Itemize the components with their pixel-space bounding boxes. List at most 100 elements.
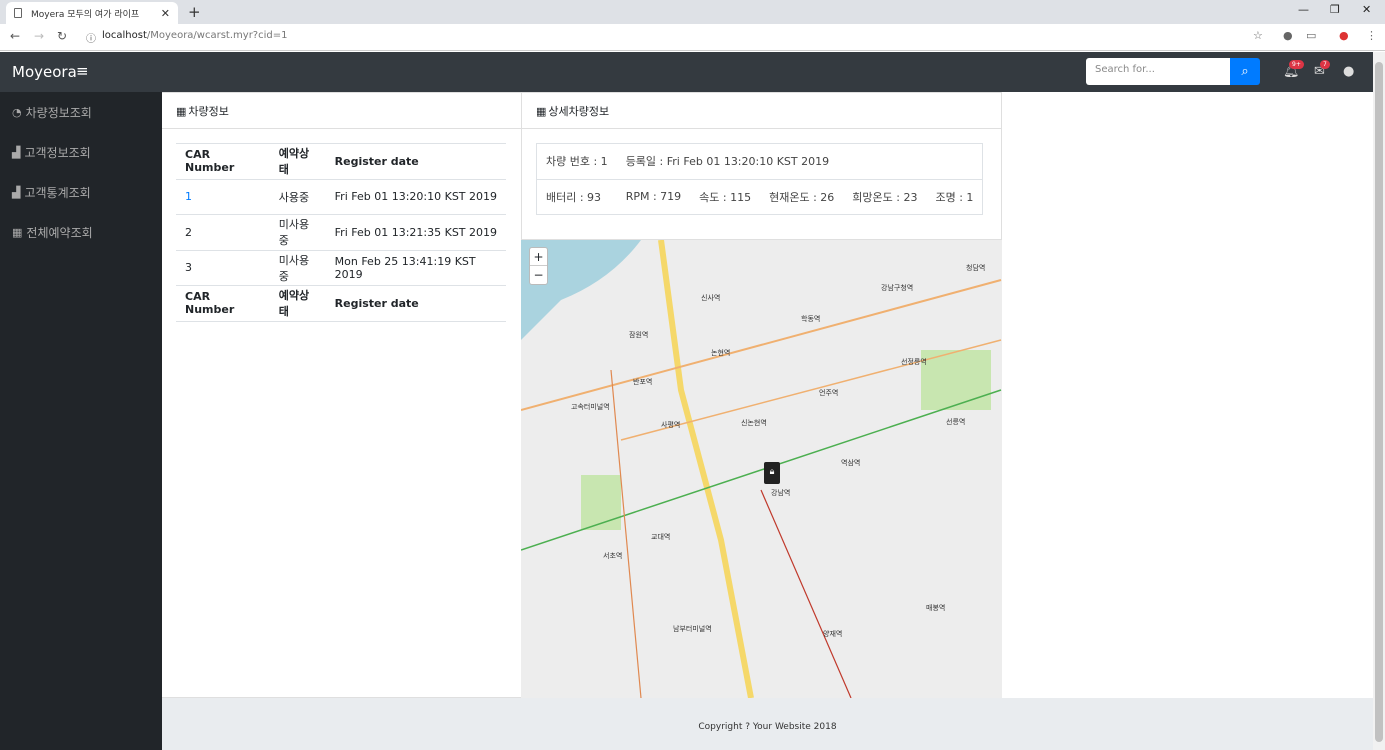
register-date-value: 등록일 : Fri Feb 01 13:20:10 KST 2019 bbox=[616, 143, 983, 179]
alerts-badge: 9+ bbox=[1289, 60, 1304, 69]
menu-dots-icon[interactable]: ⋮ bbox=[1366, 29, 1377, 42]
car-table: CAR Number 예약상태 Register date 1 사용중 Fri … bbox=[176, 143, 506, 322]
detail-table: 차량 번호 : 1 등록일 : Fri Feb 01 13:20:10 KST … bbox=[536, 143, 984, 215]
car-location-marker[interactable]: 🔒︎ bbox=[764, 462, 780, 484]
table-icon: ▦ bbox=[12, 225, 23, 239]
table-row: 1 사용중 Fri Feb 01 13:20:10 KST 2019 bbox=[176, 178, 506, 215]
column-footer: Register date bbox=[325, 285, 506, 321]
map-label: 반포역 bbox=[633, 378, 653, 386]
map-label: 잠원역 bbox=[629, 331, 649, 339]
map-label: 남부터미널역 bbox=[673, 625, 712, 633]
table-cell: Fri Feb 01 13:20:10 KST 2019 bbox=[325, 178, 506, 215]
forward-icon[interactable]: → bbox=[34, 29, 44, 43]
table-cell: Fri Feb 01 13:21:35 KST 2019 bbox=[325, 214, 506, 250]
zoom-in-button[interactable]: + bbox=[530, 248, 547, 266]
sidebar-item-label: 차량정보조회 bbox=[25, 105, 92, 120]
search-icon: ⌕ bbox=[1241, 64, 1249, 79]
column-header[interactable]: CAR Number bbox=[176, 143, 270, 179]
sidebar-item-customer-stats[interactable]: ▟ 고객통계조회 bbox=[0, 172, 162, 212]
map-label: 서초역 bbox=[603, 552, 623, 560]
sidebar-item-car-info[interactable]: ◔ 차량정보조회 bbox=[0, 92, 162, 132]
car-number-value: 차량 번호 : 1 bbox=[536, 143, 617, 179]
subway-line bbox=[610, 369, 642, 698]
map-label: 강남역 bbox=[771, 489, 791, 497]
column-footer: 예약상태 bbox=[269, 285, 326, 321]
info-icon[interactable]: ⓘ bbox=[86, 30, 96, 45]
area-chart-icon: ▟ bbox=[12, 185, 21, 199]
brand[interactable]: Moyeora bbox=[12, 63, 77, 81]
close-window-icon[interactable]: ✕ bbox=[1362, 3, 1371, 16]
column-header[interactable]: 예약상태 bbox=[269, 143, 326, 179]
map-label: 고속터미널역 bbox=[571, 403, 610, 411]
hamburger-icon[interactable]: ≡ bbox=[76, 62, 89, 80]
alerts-bell-icon[interactable]: 🔔︎ 9+ bbox=[1283, 60, 1304, 79]
reload-icon[interactable]: ↻ bbox=[57, 29, 67, 43]
card-header: ▦ 차량정보 bbox=[162, 93, 521, 129]
back-icon[interactable]: ← bbox=[10, 29, 20, 43]
map-label: 양재역 bbox=[823, 630, 843, 638]
map-label: 선릉역 bbox=[946, 418, 966, 426]
map-label: 교대역 bbox=[651, 533, 671, 541]
car-number-link[interactable]: 1 bbox=[176, 178, 270, 215]
light-value: 조명 : 1 bbox=[926, 178, 983, 215]
sidebar: ◔ 차량정보조회 ▟ 고객정보조회 ▟ 고객통계조회 ▦ 전체예약조회 bbox=[0, 92, 162, 750]
map-label: 청담역 bbox=[966, 264, 986, 272]
table-header-row: CAR Number 예약상태 Register date bbox=[176, 143, 506, 179]
table-cell: 미사용중 bbox=[269, 249, 326, 286]
battery-value: 배터리 : 93 bbox=[536, 178, 617, 215]
sidebar-item-all-reservations[interactable]: ▦ 전체예약조회 bbox=[0, 212, 162, 252]
map-base bbox=[521, 240, 1002, 698]
map-label: 언주역 bbox=[819, 389, 839, 397]
restore-icon[interactable]: ❐ bbox=[1330, 3, 1340, 16]
map-label: 논현역 bbox=[711, 349, 731, 357]
url-path: /Moyeora/wcarst.myr?cid=1 bbox=[146, 30, 288, 41]
table-icon: ▦ bbox=[176, 105, 187, 118]
scrollbar-thumb[interactable] bbox=[1375, 62, 1383, 742]
table-cell: Mon Feb 25 13:41:19 KST 2019 bbox=[325, 249, 506, 286]
sidebar-item-label: 고객정보조회 bbox=[24, 145, 91, 160]
detail-card: ▦ 상세차량정보 차량 번호 : 1 등록일 : Fri Feb 01 13:20… bbox=[521, 92, 1002, 240]
url-field[interactable]: localhost/Moyeora/wcarst.myr?cid=1 bbox=[102, 30, 287, 41]
search-button[interactable]: ⌕ bbox=[1230, 58, 1260, 85]
scrollbar[interactable] bbox=[1373, 52, 1385, 750]
speed-value: 속도 : 115 bbox=[690, 178, 761, 215]
tab-title: Moyera 모두의 여가 라이프 bbox=[31, 9, 140, 20]
sidebar-item-label: 전체예약조회 bbox=[26, 225, 93, 240]
map-label: 신사역 bbox=[701, 294, 721, 302]
target-temp-value: 희망온도 : 23 bbox=[843, 178, 927, 215]
messages-envelope-icon[interactable]: ✉ 7 bbox=[1314, 60, 1330, 79]
browser-tab[interactable]: Moyera 모두의 여가 라이프 ✕ bbox=[6, 2, 178, 24]
table-footer-row: CAR Number 예약상태 Register date bbox=[176, 285, 506, 321]
card-header: ▦ 상세차량정보 bbox=[522, 93, 1001, 129]
extension-icon[interactable]: ● bbox=[1283, 29, 1293, 42]
map-label: 역삼역 bbox=[841, 459, 861, 467]
car-info-card: ▦ 차량정보 CAR Number 예약상태 Register date 1 사용… bbox=[162, 92, 522, 698]
new-tab-icon[interactable]: + bbox=[188, 3, 201, 21]
browser-tab-strip: Moyera 모두의 여가 라이프 ✕ + — ❐ ✕ bbox=[0, 0, 1385, 24]
url-host: localhost bbox=[102, 30, 147, 41]
zoom-out-button[interactable]: − bbox=[530, 266, 547, 284]
map[interactable]: + − 신사역 학동역 강남구청역 청담역 잠원역 논현역 선정릉역 반포역 고… bbox=[521, 240, 1002, 698]
card-title: 차량정보 bbox=[188, 105, 229, 118]
subway-line bbox=[760, 489, 852, 698]
document-icon bbox=[14, 8, 22, 18]
table-row: 배터리 : 93 RPM : 719 속도 : 115 현재온도 : 26 희망… bbox=[536, 178, 983, 215]
search-input[interactable]: Search for... bbox=[1086, 58, 1230, 85]
column-header[interactable]: Register date bbox=[325, 143, 506, 179]
footer: Copyright ? Your Website 2018 bbox=[162, 698, 1373, 750]
rpm-value: RPM : 719 bbox=[616, 178, 691, 215]
table-cell: 2 bbox=[176, 214, 270, 250]
table-cell: 미사용중 bbox=[269, 214, 326, 250]
user-circle-icon[interactable]: ● bbox=[1343, 64, 1354, 79]
map-label: 학동역 bbox=[801, 315, 821, 323]
table-cell: 사용중 bbox=[269, 178, 326, 215]
bookmark-star-icon[interactable]: ☆ bbox=[1253, 29, 1263, 42]
lock-icon: 🔒︎ bbox=[769, 467, 775, 477]
close-tab-icon[interactable]: ✕ bbox=[161, 7, 170, 20]
cast-icon[interactable]: ▭ bbox=[1306, 29, 1316, 42]
sidebar-item-customer-info[interactable]: ▟ 고객정보조회 bbox=[0, 132, 162, 172]
map-label: 신논현역 bbox=[741, 419, 767, 427]
park-area bbox=[581, 475, 621, 530]
minimize-icon[interactable]: — bbox=[1298, 3, 1309, 16]
profile-icon[interactable]: ● bbox=[1339, 29, 1349, 42]
